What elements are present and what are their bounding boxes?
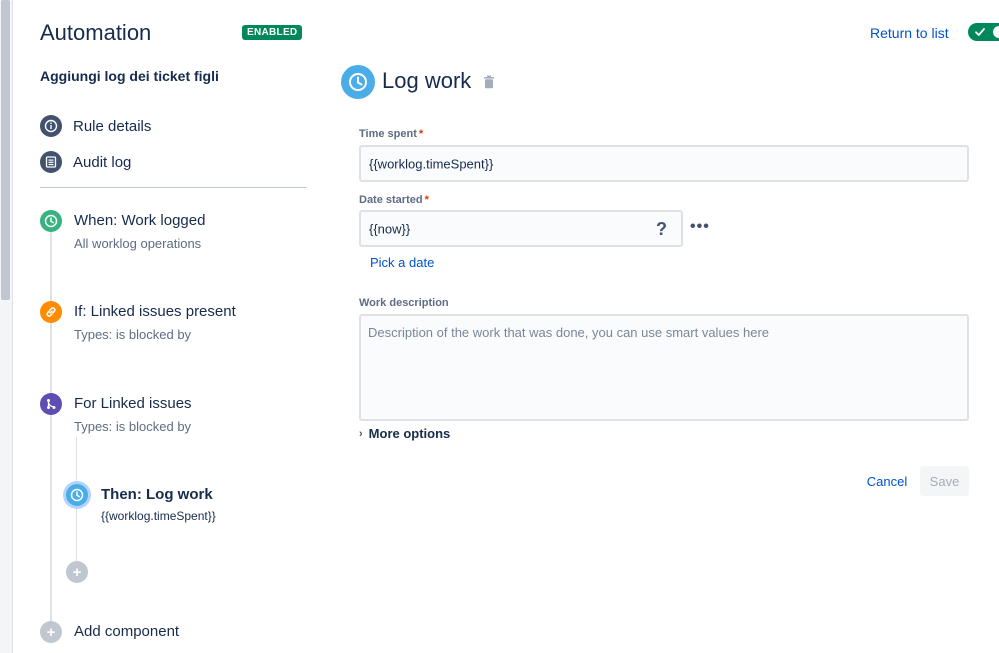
date-started-value: {{now}}: [369, 221, 411, 236]
time-spent-input[interactable]: {{worklog.timeSpent}}: [359, 145, 969, 182]
more-actions-icon[interactable]: •••: [690, 218, 710, 236]
condition-step-subtitle: Types: is blocked by: [74, 327, 192, 342]
rule-name: Aggiungi log dei ticket figli: [40, 68, 219, 84]
cancel-button[interactable]: Cancel: [860, 466, 914, 496]
app-title: Automation: [40, 20, 152, 45]
pick-a-date-link[interactable]: Pick a date: [370, 255, 434, 270]
add-component-label: Add component: [74, 623, 180, 640]
window-scrollbar[interactable]: [0, 0, 13, 653]
return-to-list-link[interactable]: Return to list: [870, 25, 949, 41]
status-badge: ENABLED: [242, 25, 303, 40]
work-description-textarea[interactable]: Description of the work that was done, y…: [359, 314, 969, 421]
help-icon[interactable]: ?: [656, 219, 667, 240]
chevron-right-icon: ›: [359, 427, 363, 440]
trigger-step-title: When: Work logged: [74, 212, 206, 229]
trash-icon[interactable]: [483, 75, 495, 94]
date-started-label: Date started *: [359, 194, 429, 206]
date-started-input[interactable]: {{now}}: [359, 210, 683, 247]
action-step-subtitle: {{worklog.timeSpent}}: [101, 509, 216, 523]
more-options-label: More options: [368, 426, 451, 441]
condition-step-title: If: Linked issues present: [74, 303, 236, 320]
branch-icon: [40, 393, 62, 415]
more-options-toggle[interactable]: › More options: [359, 426, 450, 441]
flow-line: [50, 232, 52, 632]
info-icon: [40, 115, 62, 137]
rule-enabled-toggle[interactable]: [968, 23, 999, 41]
rule-details-link[interactable]: Rule details: [40, 115, 151, 137]
rule-details-label: Rule details: [73, 117, 152, 135]
work-description-placeholder: Description of the work that was done, y…: [368, 325, 770, 340]
scrollbar-thumb[interactable]: [1, 0, 10, 300]
list-icon: [40, 151, 62, 173]
work-description-label: Work description: [359, 297, 449, 309]
time-spent-value: {{worklog.timeSpent}}: [369, 156, 494, 171]
check-icon: [975, 28, 985, 36]
component-title: Log work: [382, 68, 472, 93]
link-icon: [40, 301, 62, 323]
clock-icon: [40, 210, 62, 232]
sidebar-divider: [40, 187, 307, 188]
save-button[interactable]: Save: [920, 466, 969, 496]
audit-log-link[interactable]: Audit log: [40, 151, 131, 173]
add-branch-action-button[interactable]: +: [66, 561, 88, 583]
toggle-knob: [993, 26, 999, 38]
clock-icon: [341, 65, 375, 99]
branch-step-subtitle: Types: is blocked by: [74, 419, 192, 434]
plus-icon: +: [72, 563, 82, 581]
branch-step-title: For Linked issues: [74, 395, 192, 412]
trigger-step-subtitle: All worklog operations: [74, 236, 202, 251]
action-step-title: Then: Log work: [101, 486, 213, 503]
clock-icon: [66, 484, 88, 506]
plus-icon: +: [40, 621, 62, 643]
time-spent-label: Time spent *: [359, 128, 424, 140]
audit-log-label: Audit log: [73, 153, 132, 171]
